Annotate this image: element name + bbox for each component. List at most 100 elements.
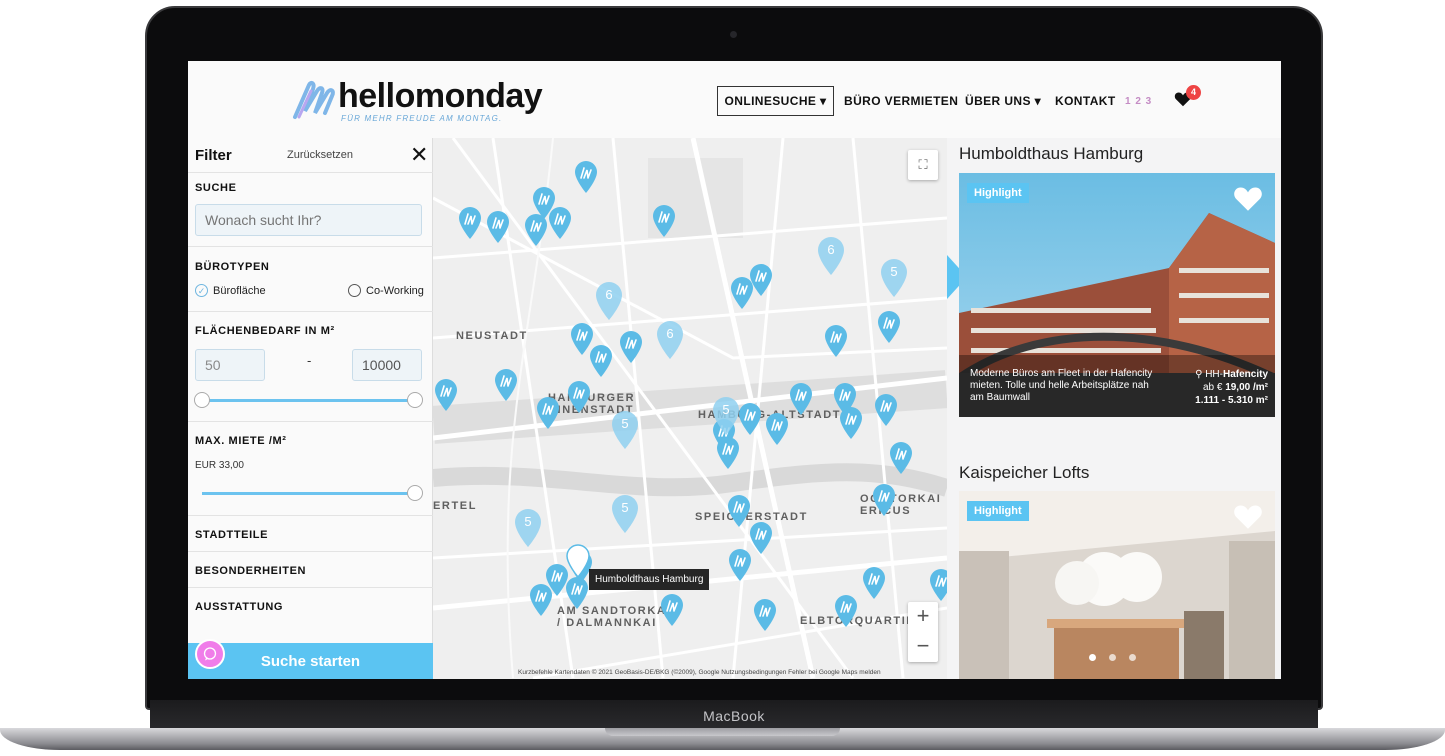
map-cluster-pin[interactable]: 6 xyxy=(816,236,846,276)
listing-description: Moderne Büros am Fleet in der Hafencity … xyxy=(970,368,1153,403)
listing-meta: ⚲ HH-Hafencity ab € 19,00 /m² 1.111 - 5.… xyxy=(1195,368,1268,407)
map-tooltip: Humboldthaus Hamburg xyxy=(589,569,710,590)
map-cluster-pin[interactable]: 6 xyxy=(655,320,685,360)
buerotypen-label: BÜROTYPEN xyxy=(195,261,270,273)
map-cluster-pin[interactable]: 5 xyxy=(610,494,640,534)
zoom-in-button[interactable]: + xyxy=(908,602,938,632)
radio-coworking[interactable]: Co-Working xyxy=(348,284,424,297)
miete-value: EUR 33,00 xyxy=(195,460,244,471)
fullscreen-icon[interactable]: ⛶ xyxy=(908,150,938,180)
search-submit-button[interactable]: Suche starten xyxy=(188,643,433,679)
radio-circle-icon xyxy=(348,284,361,297)
nav-onlinesuche[interactable]: ONLINESUCHE ▾ xyxy=(717,86,834,116)
listing-title[interactable]: Kaispeicher Lofts xyxy=(959,463,1089,483)
filter-title: Filter xyxy=(195,147,232,164)
divider xyxy=(188,172,433,173)
carousel-dots[interactable] xyxy=(1089,654,1136,661)
carousel-dot[interactable] xyxy=(1109,654,1116,661)
map-label-neustadt: NEUSTADT xyxy=(456,330,528,342)
listing-card[interactable]: Highlight xyxy=(959,491,1275,679)
location-name: Hafencity xyxy=(1222,369,1268,380)
cluster-count: 5 xyxy=(890,264,898,279)
price-prefix: ab € xyxy=(1202,382,1226,393)
listing-title[interactable]: Humboldthaus Hamburg xyxy=(959,144,1143,164)
cluster-count: 5 xyxy=(621,500,629,515)
logo-text[interactable]: hellomonday xyxy=(338,77,543,116)
cluster-count: 5 xyxy=(524,514,532,529)
suche-label: SUCHE xyxy=(195,182,237,194)
highlight-badge: Highlight xyxy=(967,501,1029,521)
filter-section-stadtteile[interactable]: STADTTEILE xyxy=(195,529,268,541)
flaeche-slider-max-handle[interactable] xyxy=(407,392,423,408)
flaeche-slider-track[interactable] xyxy=(202,399,414,402)
carousel-dot[interactable] xyxy=(1129,654,1136,661)
divider xyxy=(188,311,433,312)
divider xyxy=(188,421,433,422)
laptop-frame: MacBook hellomonday FÜR MEHR FREUDE AM M… xyxy=(0,0,1445,756)
radio-label: Co-Working xyxy=(366,284,424,297)
close-icon[interactable]: ✕ xyxy=(410,142,428,168)
favorite-heart-icon[interactable] xyxy=(1233,185,1263,212)
location-prefix: HH- xyxy=(1205,369,1223,380)
listing-price: ab € 19,00 /m² xyxy=(1195,381,1268,394)
zoom-out-button[interactable]: − xyxy=(908,632,938,662)
cluster-count: 6 xyxy=(827,242,835,257)
logo-tagline: FÜR MEHR FREUDE AM MONTAG. xyxy=(341,114,503,123)
price-value: 19,00 /m² xyxy=(1225,382,1268,393)
highlight-badge: Highlight xyxy=(967,183,1029,203)
map[interactable]: NEUSTADT HAMBURGER INNENSTADT HAMBURG-AL… xyxy=(433,138,947,679)
nav-language[interactable]: 1 2 3 xyxy=(1125,86,1152,116)
range-dash: - xyxy=(307,353,312,368)
zoom-control: + − xyxy=(908,602,938,662)
listing-location: ⚲ HH-Hafencity xyxy=(1195,368,1268,381)
filter-reset-link[interactable]: Zurücksetzen xyxy=(287,149,353,161)
filter-panel: Filter Zurücksetzen ✕ SUCHE BÜROTYPEN ✓ … xyxy=(188,138,433,679)
miete-slider-track[interactable] xyxy=(202,492,414,495)
cluster-count: 5 xyxy=(722,402,730,417)
filter-section-ausstattung[interactable]: AUSSTATTUNG xyxy=(195,601,283,613)
carousel-dot[interactable] xyxy=(1089,654,1096,661)
nav-kontakt[interactable]: KONTAKT xyxy=(1055,86,1116,116)
flaeche-max-input[interactable] xyxy=(352,349,422,381)
miete-label: MAX. MIETE /M² xyxy=(195,435,287,447)
divider xyxy=(188,587,433,588)
flaeche-label: FLÄCHENBEDARF IN M² xyxy=(195,325,335,337)
map-cluster-pin[interactable]: 5 xyxy=(879,258,909,298)
map-cluster-pin[interactable]: 5 xyxy=(610,410,640,450)
favorite-heart-icon[interactable] xyxy=(1233,503,1263,530)
search-input[interactable] xyxy=(195,204,422,236)
miete-slider-handle[interactable] xyxy=(407,485,423,501)
map-label-ertel: ERTEL xyxy=(433,500,478,512)
location-pin-icon: ⚲ xyxy=(1195,369,1206,380)
nav-ueber-uns[interactable]: ÜBER UNS ▾ xyxy=(965,86,1041,116)
map-label-elbtorquartier: ELBTORQUARTIER xyxy=(800,615,925,627)
check-icon: ✓ xyxy=(195,284,208,297)
filter-section-besonderheiten[interactable]: BESONDERHEITEN xyxy=(195,565,306,577)
flaeche-min-input[interactable] xyxy=(195,349,265,381)
site-header: hellomonday FÜR MEHR FREUDE AM MONTAG. O… xyxy=(188,61,1281,138)
map-cluster-pin[interactable]: 5 xyxy=(513,508,543,548)
divider xyxy=(188,515,433,516)
favorites-count-badge: 4 xyxy=(1186,85,1201,100)
nav-buero-vermieten[interactable]: BÜRO VERMIETEN xyxy=(844,86,958,116)
map-cluster-pin[interactable]: 5 xyxy=(711,396,741,436)
laptop-chin: MacBook xyxy=(150,700,1318,730)
camera xyxy=(730,31,737,38)
device-label: MacBook xyxy=(703,708,765,724)
logo-icon[interactable] xyxy=(291,77,339,121)
map-cluster-pin[interactable]: 6 xyxy=(594,281,624,321)
screen: hellomonday FÜR MEHR FREUDE AM MONTAG. O… xyxy=(188,61,1281,679)
listing-size: 1.111 - 5.310 m² xyxy=(1195,394,1268,407)
checkbox-label: Bürofläche xyxy=(213,284,266,297)
chat-bubble-icon xyxy=(203,647,217,661)
flaeche-slider-min-handle[interactable] xyxy=(194,392,210,408)
laptop-notch xyxy=(605,728,840,736)
divider xyxy=(188,246,433,247)
listing-card[interactable]: Highlight Moderne Büros am Fleet in der … xyxy=(959,173,1275,417)
checkbox-bueroflaeche[interactable]: ✓ Bürofläche xyxy=(195,284,266,297)
chat-icon[interactable] xyxy=(195,639,225,669)
map-attribution[interactable]: Kurzbefehle Kartendaten © 2021 GeoBasis-… xyxy=(518,669,881,676)
cluster-count: 6 xyxy=(605,287,613,302)
listing-panel: Humboldthaus Hamburg Highlight Moderne B… xyxy=(947,138,1281,679)
cluster-count: 6 xyxy=(666,326,674,341)
